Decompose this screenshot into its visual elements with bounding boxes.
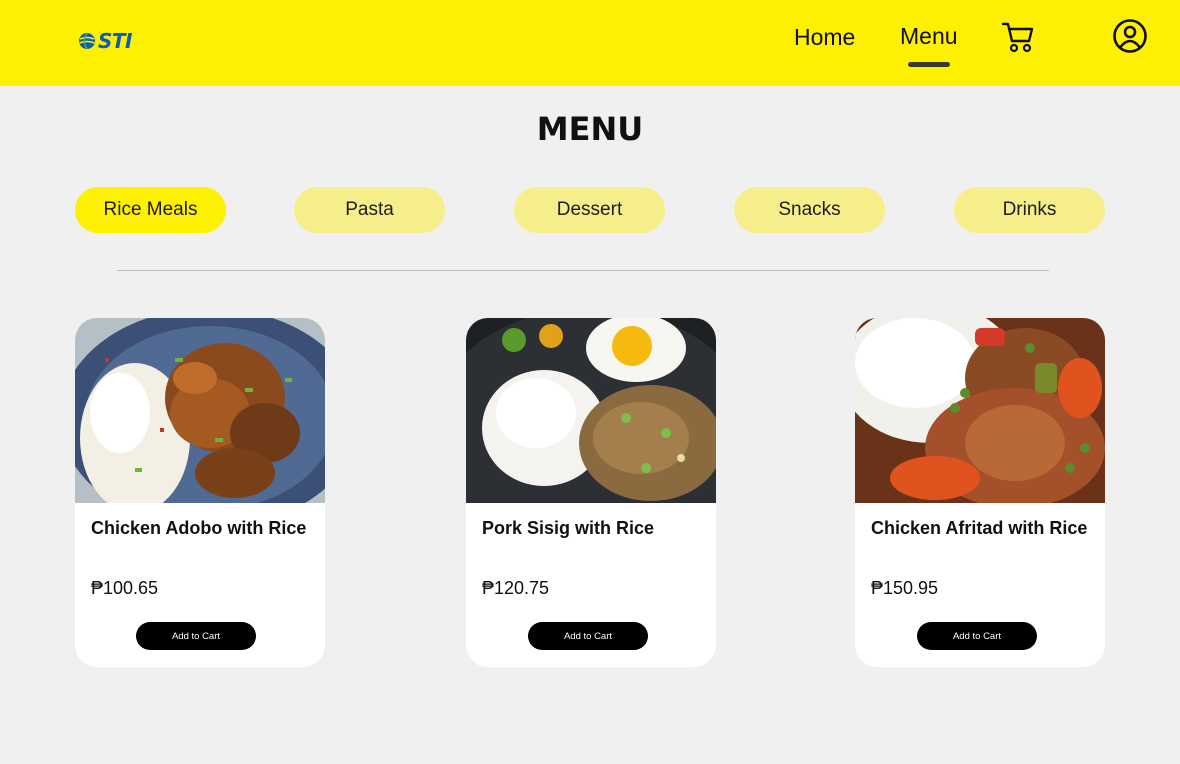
active-nav-indicator (908, 62, 950, 67)
logo-text: STI (98, 29, 133, 53)
product-price: ₱120.75 (482, 578, 550, 598)
nav-menu-link[interactable]: Menu (900, 23, 958, 50)
category-drinks[interactable]: Drinks (954, 187, 1105, 233)
add-to-cart-button[interactable]: Add to Cart (917, 622, 1037, 650)
section-divider (117, 270, 1049, 271)
product-name: Chicken Afritad with Rice (871, 518, 1088, 538)
product-card: Chicken Adobo with Rice ₱100.65 Add to C… (75, 318, 325, 667)
product-card: Chicken Afritad with Rice ₱150.95 Add to… (855, 318, 1105, 667)
pork-sisig-image (466, 318, 716, 503)
user-circle-icon (1113, 19, 1147, 53)
chicken-adobo-image (75, 318, 325, 503)
category-rice-meals[interactable]: Rice Meals (75, 187, 226, 233)
add-to-cart-button[interactable]: Add to Cart (528, 622, 648, 650)
globe-icon (79, 32, 95, 50)
cart-button[interactable] (1000, 20, 1036, 54)
nav-home-link[interactable]: Home (794, 24, 855, 51)
page-title: MENU (536, 110, 644, 148)
category-snacks[interactable]: Snacks (734, 187, 885, 233)
chicken-afritad-image (855, 318, 1105, 503)
product-price: ₱150.95 (871, 578, 939, 598)
product-price: ₱100.65 (91, 578, 159, 598)
profile-button[interactable] (1112, 18, 1148, 54)
category-pasta[interactable]: Pasta (294, 187, 445, 233)
product-card: Pork Sisig with Rice ₱120.75 Add to Cart (466, 318, 716, 667)
top-navigation-bar: STI Home Menu (0, 0, 1180, 86)
cart-icon (1001, 22, 1034, 53)
sti-logo[interactable]: STI (78, 28, 133, 54)
product-name: Pork Sisig with Rice (482, 518, 655, 538)
add-to-cart-button[interactable]: Add to Cart (136, 622, 256, 650)
category-dessert[interactable]: Dessert (514, 187, 665, 233)
product-name: Chicken Adobo with Rice (91, 518, 307, 538)
